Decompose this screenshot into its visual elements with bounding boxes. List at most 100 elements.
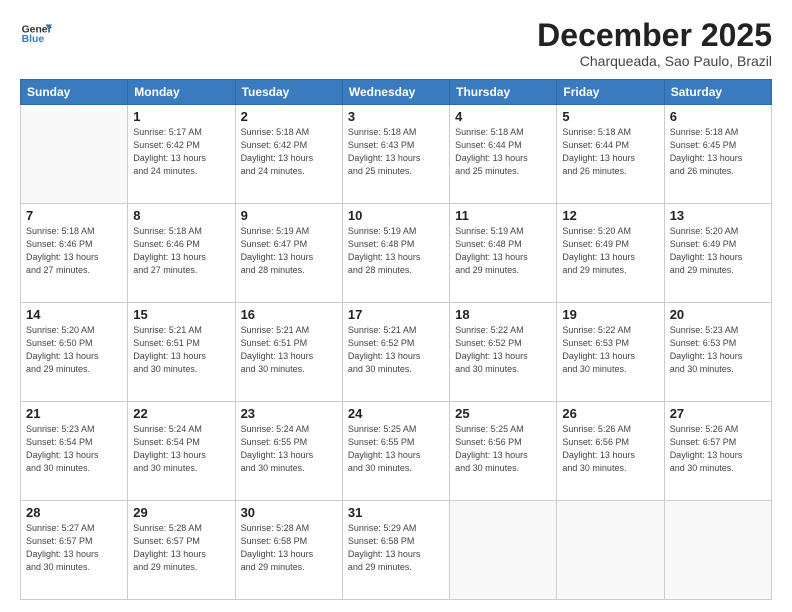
day-info: Sunrise: 5:21 AMSunset: 6:51 PMDaylight:… bbox=[241, 324, 337, 376]
day-info: Sunrise: 5:26 AMSunset: 6:56 PMDaylight:… bbox=[562, 423, 658, 475]
day-info: Sunrise: 5:23 AMSunset: 6:54 PMDaylight:… bbox=[26, 423, 122, 475]
day-number: 24 bbox=[348, 406, 444, 421]
col-wednesday: Wednesday bbox=[342, 80, 449, 105]
week-row-2: 7 Sunrise: 5:18 AMSunset: 6:46 PMDaylight… bbox=[21, 204, 772, 303]
header-row: Sunday Monday Tuesday Wednesday Thursday… bbox=[21, 80, 772, 105]
day-number: 29 bbox=[133, 505, 229, 520]
day-cell: 25Sunrise: 5:25 AMSunset: 6:56 PMDayligh… bbox=[450, 402, 557, 501]
day-number: 9 bbox=[241, 208, 337, 223]
day-info: Sunrise: 5:21 AMSunset: 6:52 PMDaylight:… bbox=[348, 324, 444, 376]
day-cell: 1 Sunrise: 5:17 AMSunset: 6:42 PMDaylight… bbox=[128, 105, 235, 204]
day-info: Sunrise: 5:18 AMSunset: 6:42 PMDaylight:… bbox=[241, 126, 337, 178]
day-number: 7 bbox=[26, 208, 122, 223]
calendar-table: Sunday Monday Tuesday Wednesday Thursday… bbox=[20, 79, 772, 600]
day-cell: 21 Sunrise: 5:23 AMSunset: 6:54 PMDayligh… bbox=[21, 402, 128, 501]
day-info: Sunrise: 5:22 AMSunset: 6:53 PMDaylight:… bbox=[562, 324, 658, 376]
week-row-1: 1 Sunrise: 5:17 AMSunset: 6:42 PMDaylight… bbox=[21, 105, 772, 204]
day-cell: 10 Sunrise: 5:19 AMSunset: 6:48 PMDayligh… bbox=[342, 204, 449, 303]
day-number: 13 bbox=[670, 208, 766, 223]
day-info: Sunrise: 5:20 AMSunset: 6:49 PMDaylight:… bbox=[562, 225, 658, 277]
day-info: Sunrise: 5:18 AMSunset: 6:46 PMDaylight:… bbox=[133, 225, 229, 277]
day-number: 10 bbox=[348, 208, 444, 223]
day-info: Sunrise: 5:18 AMSunset: 6:43 PMDaylight:… bbox=[348, 126, 444, 178]
day-cell: 18Sunrise: 5:22 AMSunset: 6:52 PMDayligh… bbox=[450, 303, 557, 402]
day-cell: 19 Sunrise: 5:22 AMSunset: 6:53 PMDayligh… bbox=[557, 303, 664, 402]
day-number: 6 bbox=[670, 109, 766, 124]
day-info: Sunrise: 5:18 AMSunset: 6:44 PMDaylight:… bbox=[562, 126, 658, 178]
day-info: Sunrise: 5:17 AMSunset: 6:42 PMDaylight:… bbox=[133, 126, 229, 178]
week-row-3: 14 Sunrise: 5:20 AMSunset: 6:50 PMDayligh… bbox=[21, 303, 772, 402]
day-number: 11 bbox=[455, 208, 551, 223]
day-info: Sunrise: 5:26 AMSunset: 6:57 PMDaylight:… bbox=[670, 423, 766, 475]
day-info: Sunrise: 5:18 AMSunset: 6:44 PMDaylight:… bbox=[455, 126, 551, 178]
day-number: 15 bbox=[133, 307, 229, 322]
day-cell: 16 Sunrise: 5:21 AMSunset: 6:51 PMDayligh… bbox=[235, 303, 342, 402]
day-cell: 15 Sunrise: 5:21 AMSunset: 6:51 PMDayligh… bbox=[128, 303, 235, 402]
day-cell: 11 Sunrise: 5:19 AMSunset: 6:48 PMDayligh… bbox=[450, 204, 557, 303]
month-title: December 2025 bbox=[537, 18, 772, 53]
day-cell: 5 Sunrise: 5:18 AMSunset: 6:44 PMDaylight… bbox=[557, 105, 664, 204]
day-cell: 9 Sunrise: 5:19 AMSunset: 6:47 PMDaylight… bbox=[235, 204, 342, 303]
col-thursday: Thursday bbox=[450, 80, 557, 105]
title-block: December 2025 Charqueada, Sao Paulo, Bra… bbox=[537, 18, 772, 69]
day-number: 25 bbox=[455, 406, 551, 421]
day-number: 28 bbox=[26, 505, 122, 520]
day-cell: 27Sunrise: 5:26 AMSunset: 6:57 PMDayligh… bbox=[664, 402, 771, 501]
day-number: 8 bbox=[133, 208, 229, 223]
day-number: 22 bbox=[133, 406, 229, 421]
day-info: Sunrise: 5:25 AMSunset: 6:55 PMDaylight:… bbox=[348, 423, 444, 475]
day-cell: 8 Sunrise: 5:18 AMSunset: 6:46 PMDaylight… bbox=[128, 204, 235, 303]
day-number: 19 bbox=[562, 307, 658, 322]
day-cell: 24 Sunrise: 5:25 AMSunset: 6:55 PMDayligh… bbox=[342, 402, 449, 501]
day-info: Sunrise: 5:29 AMSunset: 6:58 PMDaylight:… bbox=[348, 522, 444, 574]
day-cell: 23 Sunrise: 5:24 AMSunset: 6:55 PMDayligh… bbox=[235, 402, 342, 501]
day-info: Sunrise: 5:28 AMSunset: 6:57 PMDaylight:… bbox=[133, 522, 229, 574]
week-row-4: 21 Sunrise: 5:23 AMSunset: 6:54 PMDayligh… bbox=[21, 402, 772, 501]
day-info: Sunrise: 5:24 AMSunset: 6:54 PMDaylight:… bbox=[133, 423, 229, 475]
day-info: Sunrise: 5:27 AMSunset: 6:57 PMDaylight:… bbox=[26, 522, 122, 574]
day-info: Sunrise: 5:20 AMSunset: 6:50 PMDaylight:… bbox=[26, 324, 122, 376]
day-cell: 12 Sunrise: 5:20 AMSunset: 6:49 PMDayligh… bbox=[557, 204, 664, 303]
header: General Blue December 2025 Charqueada, S… bbox=[20, 18, 772, 69]
col-friday: Friday bbox=[557, 80, 664, 105]
day-info: Sunrise: 5:24 AMSunset: 6:55 PMDaylight:… bbox=[241, 423, 337, 475]
day-info: Sunrise: 5:19 AMSunset: 6:47 PMDaylight:… bbox=[241, 225, 337, 277]
day-info: Sunrise: 5:19 AMSunset: 6:48 PMDaylight:… bbox=[455, 225, 551, 277]
day-number: 26 bbox=[562, 406, 658, 421]
day-cell: 20 Sunrise: 5:23 AMSunset: 6:53 PMDayligh… bbox=[664, 303, 771, 402]
day-number: 17 bbox=[348, 307, 444, 322]
day-cell: 31Sunrise: 5:29 AMSunset: 6:58 PMDayligh… bbox=[342, 501, 449, 600]
logo: General Blue bbox=[20, 18, 52, 50]
day-info: Sunrise: 5:21 AMSunset: 6:51 PMDaylight:… bbox=[133, 324, 229, 376]
day-number: 20 bbox=[670, 307, 766, 322]
day-cell: 13Sunrise: 5:20 AMSunset: 6:49 PMDayligh… bbox=[664, 204, 771, 303]
day-number: 23 bbox=[241, 406, 337, 421]
day-number: 5 bbox=[562, 109, 658, 124]
col-saturday: Saturday bbox=[664, 80, 771, 105]
day-info: Sunrise: 5:28 AMSunset: 6:58 PMDaylight:… bbox=[241, 522, 337, 574]
day-number: 2 bbox=[241, 109, 337, 124]
day-cell: 28 Sunrise: 5:27 AMSunset: 6:57 PMDayligh… bbox=[21, 501, 128, 600]
day-info: Sunrise: 5:18 AMSunset: 6:46 PMDaylight:… bbox=[26, 225, 122, 277]
day-number: 14 bbox=[26, 307, 122, 322]
day-cell: 6Sunrise: 5:18 AMSunset: 6:45 PMDaylight… bbox=[664, 105, 771, 204]
day-cell bbox=[21, 105, 128, 204]
day-cell: 2 Sunrise: 5:18 AMSunset: 6:42 PMDaylight… bbox=[235, 105, 342, 204]
day-cell bbox=[664, 501, 771, 600]
week-row-5: 28 Sunrise: 5:27 AMSunset: 6:57 PMDayligh… bbox=[21, 501, 772, 600]
day-cell: 14 Sunrise: 5:20 AMSunset: 6:50 PMDayligh… bbox=[21, 303, 128, 402]
day-number: 16 bbox=[241, 307, 337, 322]
day-info: Sunrise: 5:19 AMSunset: 6:48 PMDaylight:… bbox=[348, 225, 444, 277]
day-info: Sunrise: 5:23 AMSunset: 6:53 PMDaylight:… bbox=[670, 324, 766, 376]
day-cell bbox=[557, 501, 664, 600]
day-number: 1 bbox=[133, 109, 229, 124]
day-cell: 3 Sunrise: 5:18 AMSunset: 6:43 PMDaylight… bbox=[342, 105, 449, 204]
logo-icon: General Blue bbox=[20, 18, 52, 50]
col-sunday: Sunday bbox=[21, 80, 128, 105]
day-number: 12 bbox=[562, 208, 658, 223]
col-tuesday: Tuesday bbox=[235, 80, 342, 105]
day-number: 21 bbox=[26, 406, 122, 421]
day-cell: 17 Sunrise: 5:21 AMSunset: 6:52 PMDayligh… bbox=[342, 303, 449, 402]
day-cell: 30Sunrise: 5:28 AMSunset: 6:58 PMDayligh… bbox=[235, 501, 342, 600]
day-number: 3 bbox=[348, 109, 444, 124]
